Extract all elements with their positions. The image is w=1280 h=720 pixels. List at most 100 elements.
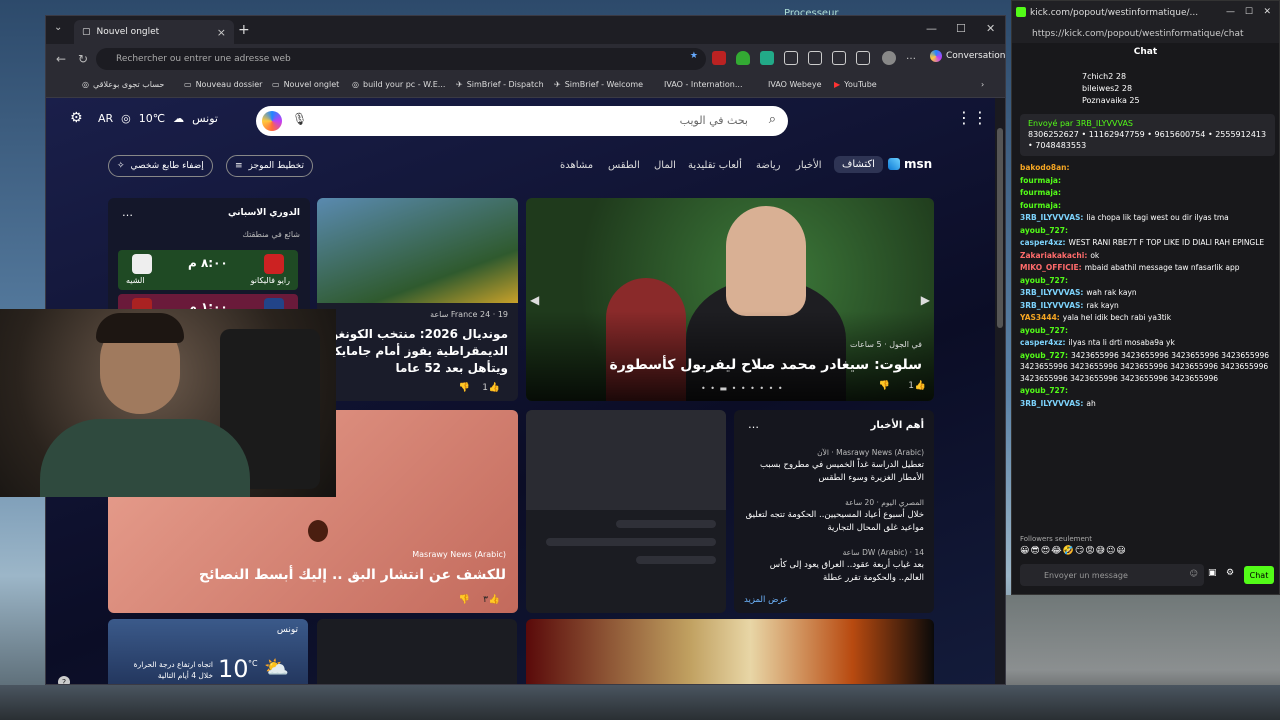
shield-icon[interactable] [736,51,750,65]
pinned-message[interactable]: Envoyé par 3RB_ILYVVVAS 8306252627 • 111… [1020,114,1275,156]
story-card[interactable] [526,619,934,684]
chat-username[interactable]: fourmaja: [1020,176,1061,185]
extension-icon[interactable] [712,51,726,65]
favorite-item[interactable]: ▭ Nouveau dossier [184,80,262,89]
more-icon[interactable]: … [748,418,759,431]
like-icon[interactable]: 👍 [489,595,500,605]
chat-username[interactable]: MIKO_OFFICIE: [1020,263,1082,272]
chat-username[interactable]: 3RB_ILYVVVAS: [1020,399,1083,408]
dislike-icon[interactable]: 👎 [879,381,890,391]
kick-url-bar[interactable]: https://kick.com/popout/westinformatique… [1012,25,1279,43]
back-icon[interactable]: ← [56,52,66,66]
extensions-icon[interactable] [808,51,822,65]
carousel-dots[interactable]: • • ▬ • • • • • • [701,384,784,393]
like-icon[interactable]: 👍 [915,381,926,391]
favorite-item[interactable]: ▶ YouTube [834,80,877,89]
chat-username[interactable]: ayoub_727: [1020,276,1068,285]
favorite-item[interactable]: ✈ SimBrief - Welcome [554,80,643,89]
hero-story[interactable]: ◀ ▶ في الجول · 5 ساعات سلوت: سيغادر محمد… [526,198,934,401]
chat-username[interactable]: YAS3444: [1020,313,1060,322]
favorites-icon[interactable] [832,51,846,65]
chat-username[interactable]: Zakariakakachi: [1020,251,1087,260]
chat-username[interactable]: casper4xz: [1020,238,1066,247]
chat-send-button[interactable]: Chat [1244,566,1274,584]
more-icon[interactable]: … [906,51,920,65]
settings-icon[interactable]: ⚙ [1226,568,1234,578]
top-news-widget[interactable]: … أهم الأخبار Masrawy News (Arabic) · ال… [734,410,934,613]
msn-logo[interactable]: msn [888,157,932,171]
favorite-item[interactable]: ✈ SimBrief - Dispatch [456,80,544,89]
emoji-icon[interactable]: ☺ [1190,569,1198,578]
avatar[interactable] [882,51,896,65]
chat-username[interactable]: 3RB_ILYVVVAS: [1020,301,1083,310]
tab-discover[interactable]: اكتشاف [834,156,883,173]
chevron-left-icon[interactable]: ◀ [530,293,539,307]
address-bar[interactable]: Rechercher ou entrer une adresse web ★ [96,48,706,70]
tab-watch[interactable]: مشاهدة [560,160,593,171]
search-icon[interactable]: ⌕ [769,112,776,127]
gift-icon[interactable]: ▣ [1208,568,1217,578]
chevron-right-icon[interactable]: ▶ [921,293,930,307]
tab-news[interactable]: الأخبار [796,160,822,171]
favorite-item[interactable]: IVAO Webeye [768,80,822,89]
chat-input[interactable]: Envoyer un message ☺ [1020,564,1204,586]
settings-icon[interactable]: ⚙ [70,110,83,126]
apps-grid-icon[interactable]: ⋮⋮ [956,108,988,127]
news-item[interactable]: DW (Arabic) · 14 ساعة بعد غياب أربعة عقو… [744,546,924,585]
see-more-link[interactable]: عرض المزيد [744,595,788,605]
more-icon[interactable]: … [122,206,133,219]
favorite-item[interactable]: IVAO - Internation... [664,80,742,89]
new-tab-button[interactable]: + [238,22,250,38]
microphone-icon[interactable]: 🎙 [292,112,307,126]
chat-username[interactable]: 3RB_ILYVVVAS: [1020,213,1083,222]
weather-card[interactable]: تونس 10 °C ⛅ اتجاه ارتفاع درجة الحرارة خ… [108,619,308,684]
layout-button[interactable]: ≡ تخطيط الموجز [226,155,313,177]
news-item[interactable]: Masrawy News (Arabic) · الآن تعطيل الدرا… [744,446,924,485]
close-window-icon[interactable]: ✕ [986,22,995,35]
tab-sports[interactable]: رياضة [756,160,781,171]
dislike-icon[interactable]: 👎 [459,595,470,605]
sync-icon[interactable] [784,51,798,65]
chat-username[interactable]: 3RB_ILYVVVAS: [1020,288,1083,297]
chevron-right-icon[interactable]: › [981,80,984,89]
chat-username[interactable]: fourmaja: [1020,201,1061,210]
chat-username[interactable]: fourmaja: [1020,188,1061,197]
chat-username[interactable]: ayoub_727: [1020,351,1068,360]
dislike-icon[interactable]: 👎 [459,383,470,393]
favorite-star-icon[interactable]: ★ [690,51,698,61]
minimize-icon[interactable]: — [1226,7,1235,17]
favorite-item[interactable]: ▭ Nouvel onglet [272,80,339,89]
chat-username[interactable]: bakodo8an: [1020,163,1070,172]
help-icon[interactable]: ? [58,676,70,684]
refresh-icon[interactable]: ↻ [78,52,88,66]
chat-username[interactable]: casper4xz: [1020,338,1066,347]
scrollbar-thumb[interactable] [997,128,1003,328]
tab-weather[interactable]: الطقس [608,160,640,171]
close-tab-icon[interactable]: × [217,26,226,39]
tab-actions-icon[interactable]: ⌄ [54,22,62,33]
close-window-icon[interactable]: ✕ [1263,7,1271,17]
collections-icon[interactable] [856,51,870,65]
personalize-button[interactable]: ✧ إضفاء طابع شخصي [108,155,213,177]
favorite-item[interactable]: ◎ build your pc - W.E... [352,80,445,89]
like-icon[interactable]: 👍 [489,383,500,393]
story-card[interactable]: France 24 · 19 ساعة مونديال 2026: منتخب … [317,198,518,401]
chat-username[interactable]: ayoub_727: [1020,326,1068,335]
scrollbar[interactable] [995,98,1005,684]
web-search-box[interactable]: 🎙 بحث في الويب ⌕ [256,106,788,136]
favorite-item[interactable]: ◎ حساب تجوى بوعلاقي [82,80,164,89]
maximize-icon[interactable]: ☐ [956,22,966,35]
chat-username[interactable]: ayoub_727: [1020,386,1068,395]
extension-icon[interactable] [760,51,774,65]
tab-games[interactable]: ألعاب تقليدية [688,160,742,171]
news-item[interactable]: المصري اليوم · 20 ساعة خلال أسبوع أعياد … [744,496,924,535]
tab-money[interactable]: المال [654,160,676,171]
maximize-icon[interactable]: ☐ [1245,7,1253,17]
tab-new-tab[interactable]: ▢ Nouvel onglet × [74,20,234,44]
match-row[interactable]: ٨:٠٠ م رايو فاليكانو الشيه [118,250,298,290]
weather-widget[interactable]: AR ◎ 10℃ ☁ تونس [98,112,218,125]
chat-username[interactable]: ayoub_727: [1020,226,1068,235]
emote-bar[interactable]: 😀😎😍😂🤣😏😡😅😉😃 [1020,546,1127,556]
copilot-button[interactable]: Conversation [930,50,1005,62]
minimize-icon[interactable]: — [926,22,937,35]
